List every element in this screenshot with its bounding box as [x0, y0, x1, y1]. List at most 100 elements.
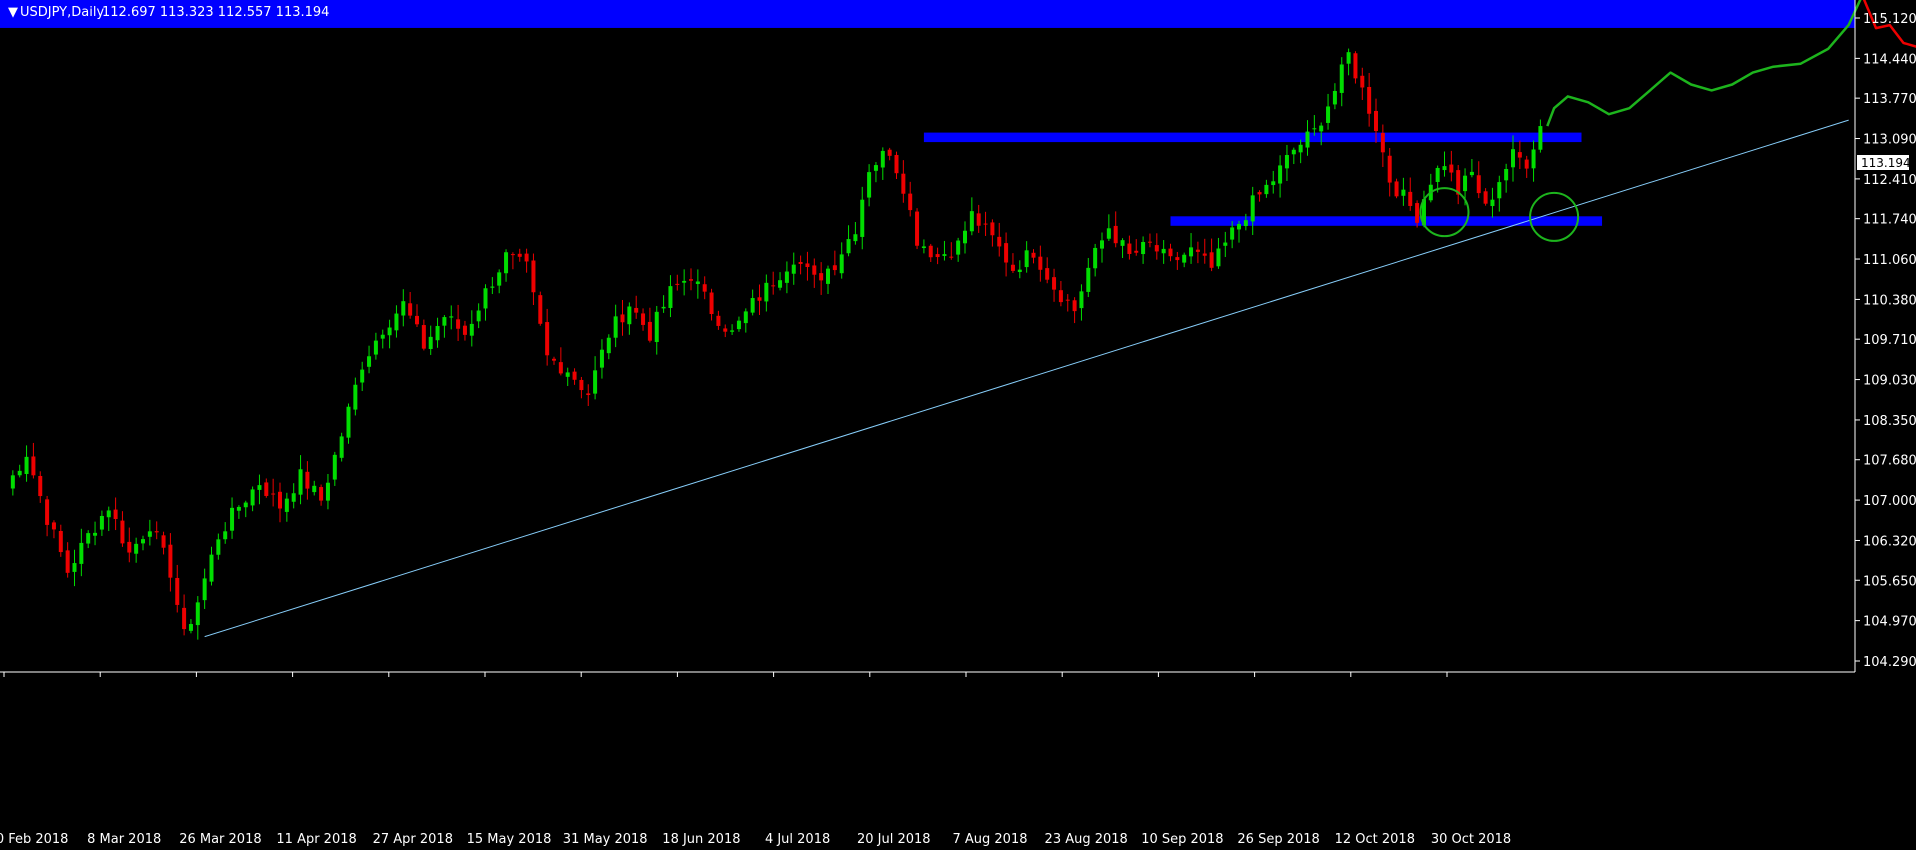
candle-body: [223, 531, 228, 540]
candle-body: [195, 602, 200, 626]
candle-body: [586, 393, 591, 396]
candle-body: [415, 315, 419, 325]
candle-body: [490, 286, 495, 288]
candle-body: [826, 268, 830, 284]
candle-body: [1497, 182, 1502, 199]
candle-body: [778, 280, 783, 288]
candle-body: [483, 288, 488, 309]
candle-body: [1257, 192, 1262, 195]
date-tick-label: 20 Feb 2018: [0, 832, 68, 847]
candle-body: [236, 506, 241, 511]
candle-body: [202, 578, 207, 601]
candle-body: [873, 165, 878, 171]
date-tick-label: 26 Sep 2018: [1237, 832, 1319, 847]
candle-body: [928, 245, 933, 258]
chart-window[interactable]: 115.120 114.440 113.770 113.090 112.410 111.7…: [0, 0, 1916, 850]
candle-body: [1182, 254, 1187, 263]
price-tick-label: 109.030: [1863, 374, 1916, 389]
candle-body: [168, 544, 173, 578]
candle-body: [1230, 227, 1235, 240]
candle-body: [949, 256, 954, 258]
candle-body: [1072, 300, 1077, 312]
candle-body: [579, 379, 584, 391]
candle-body: [1189, 247, 1194, 257]
candle-body: [839, 254, 844, 274]
candle-body: [298, 469, 303, 495]
candle-body: [387, 327, 392, 336]
candle-body: [442, 317, 447, 326]
candle-body: [319, 487, 324, 501]
candle-body: [175, 578, 180, 605]
candle-body: [716, 315, 721, 326]
candle-body: [1298, 144, 1303, 153]
candle-body: [209, 554, 214, 582]
collapse-arrow-icon[interactable]: ▼: [8, 5, 18, 20]
candle-body: [1161, 248, 1166, 254]
candle-body: [86, 533, 91, 544]
candle-body: [764, 282, 769, 302]
candle-body: [860, 199, 865, 237]
candle-body: [1168, 248, 1173, 257]
candle-body: [1339, 64, 1344, 93]
candle-body: [1353, 53, 1358, 79]
date-tick-label: 26 Mar 2018: [179, 832, 261, 847]
price-tick-label: 108.350: [1863, 414, 1916, 429]
candle-body: [449, 316, 454, 318]
candle-body: [99, 515, 104, 530]
candle-body: [373, 340, 378, 355]
candle-body: [127, 541, 132, 553]
candle-body: [188, 624, 193, 631]
candle-body: [325, 482, 330, 501]
candle-body: [1524, 159, 1529, 169]
candle-body: [1449, 164, 1454, 173]
candle-body: [757, 297, 762, 301]
candle-body: [983, 223, 988, 225]
candle-body: [1332, 90, 1337, 105]
candle-body: [462, 325, 467, 335]
candle: [339, 432, 344, 462]
resistance-zone[interactable]: [923, 132, 1582, 143]
candle-body: [510, 254, 515, 256]
candle-body: [346, 406, 351, 438]
candle-body: [552, 358, 556, 361]
candle-body: [476, 310, 481, 322]
candle-body: [921, 246, 926, 249]
candle-body: [230, 507, 235, 531]
candle-body: [1387, 155, 1392, 183]
candle-body: [1401, 189, 1406, 196]
candle-body: [1278, 165, 1283, 184]
candle-body: [634, 307, 639, 313]
candle-body: [558, 362, 563, 374]
candle-body: [572, 371, 577, 380]
candle-body: [1093, 247, 1098, 269]
candle-body: [1141, 242, 1146, 255]
candle-body: [791, 264, 796, 274]
candle-body: [545, 322, 550, 356]
date-tick-label: 30 Oct 2018: [1431, 832, 1511, 847]
date-tick-label: 12 Oct 2018: [1335, 832, 1415, 847]
candle-body: [305, 471, 310, 489]
candle-body: [1435, 167, 1440, 182]
price-tick-label: 113.090: [1863, 133, 1916, 148]
price-chart[interactable]: 115.120 114.440 113.770 113.090 112.410 111.7…: [0, 0, 1916, 850]
candle-body: [120, 520, 125, 544]
candle-body: [1538, 126, 1543, 150]
candle-body: [1442, 166, 1447, 171]
date-tick-label: 31 May 2018: [563, 832, 648, 847]
current-price-label: 113.194: [1861, 156, 1911, 170]
candle-body: [45, 499, 50, 525]
candle-body: [942, 254, 947, 256]
price-tick-label: 111.060: [1863, 253, 1916, 268]
candle-body: [1517, 152, 1522, 158]
candle-body: [956, 240, 961, 255]
date-tick-label: 10 Sep 2018: [1141, 832, 1223, 847]
candle-body: [894, 154, 899, 174]
candle-body: [421, 325, 426, 349]
candle-body: [620, 314, 625, 323]
candle-body: [819, 273, 824, 281]
candle-body: [113, 509, 118, 520]
candle-body: [17, 470, 22, 476]
candle-body: [243, 502, 248, 508]
candle-body: [353, 384, 358, 410]
candle-body: [805, 263, 810, 268]
